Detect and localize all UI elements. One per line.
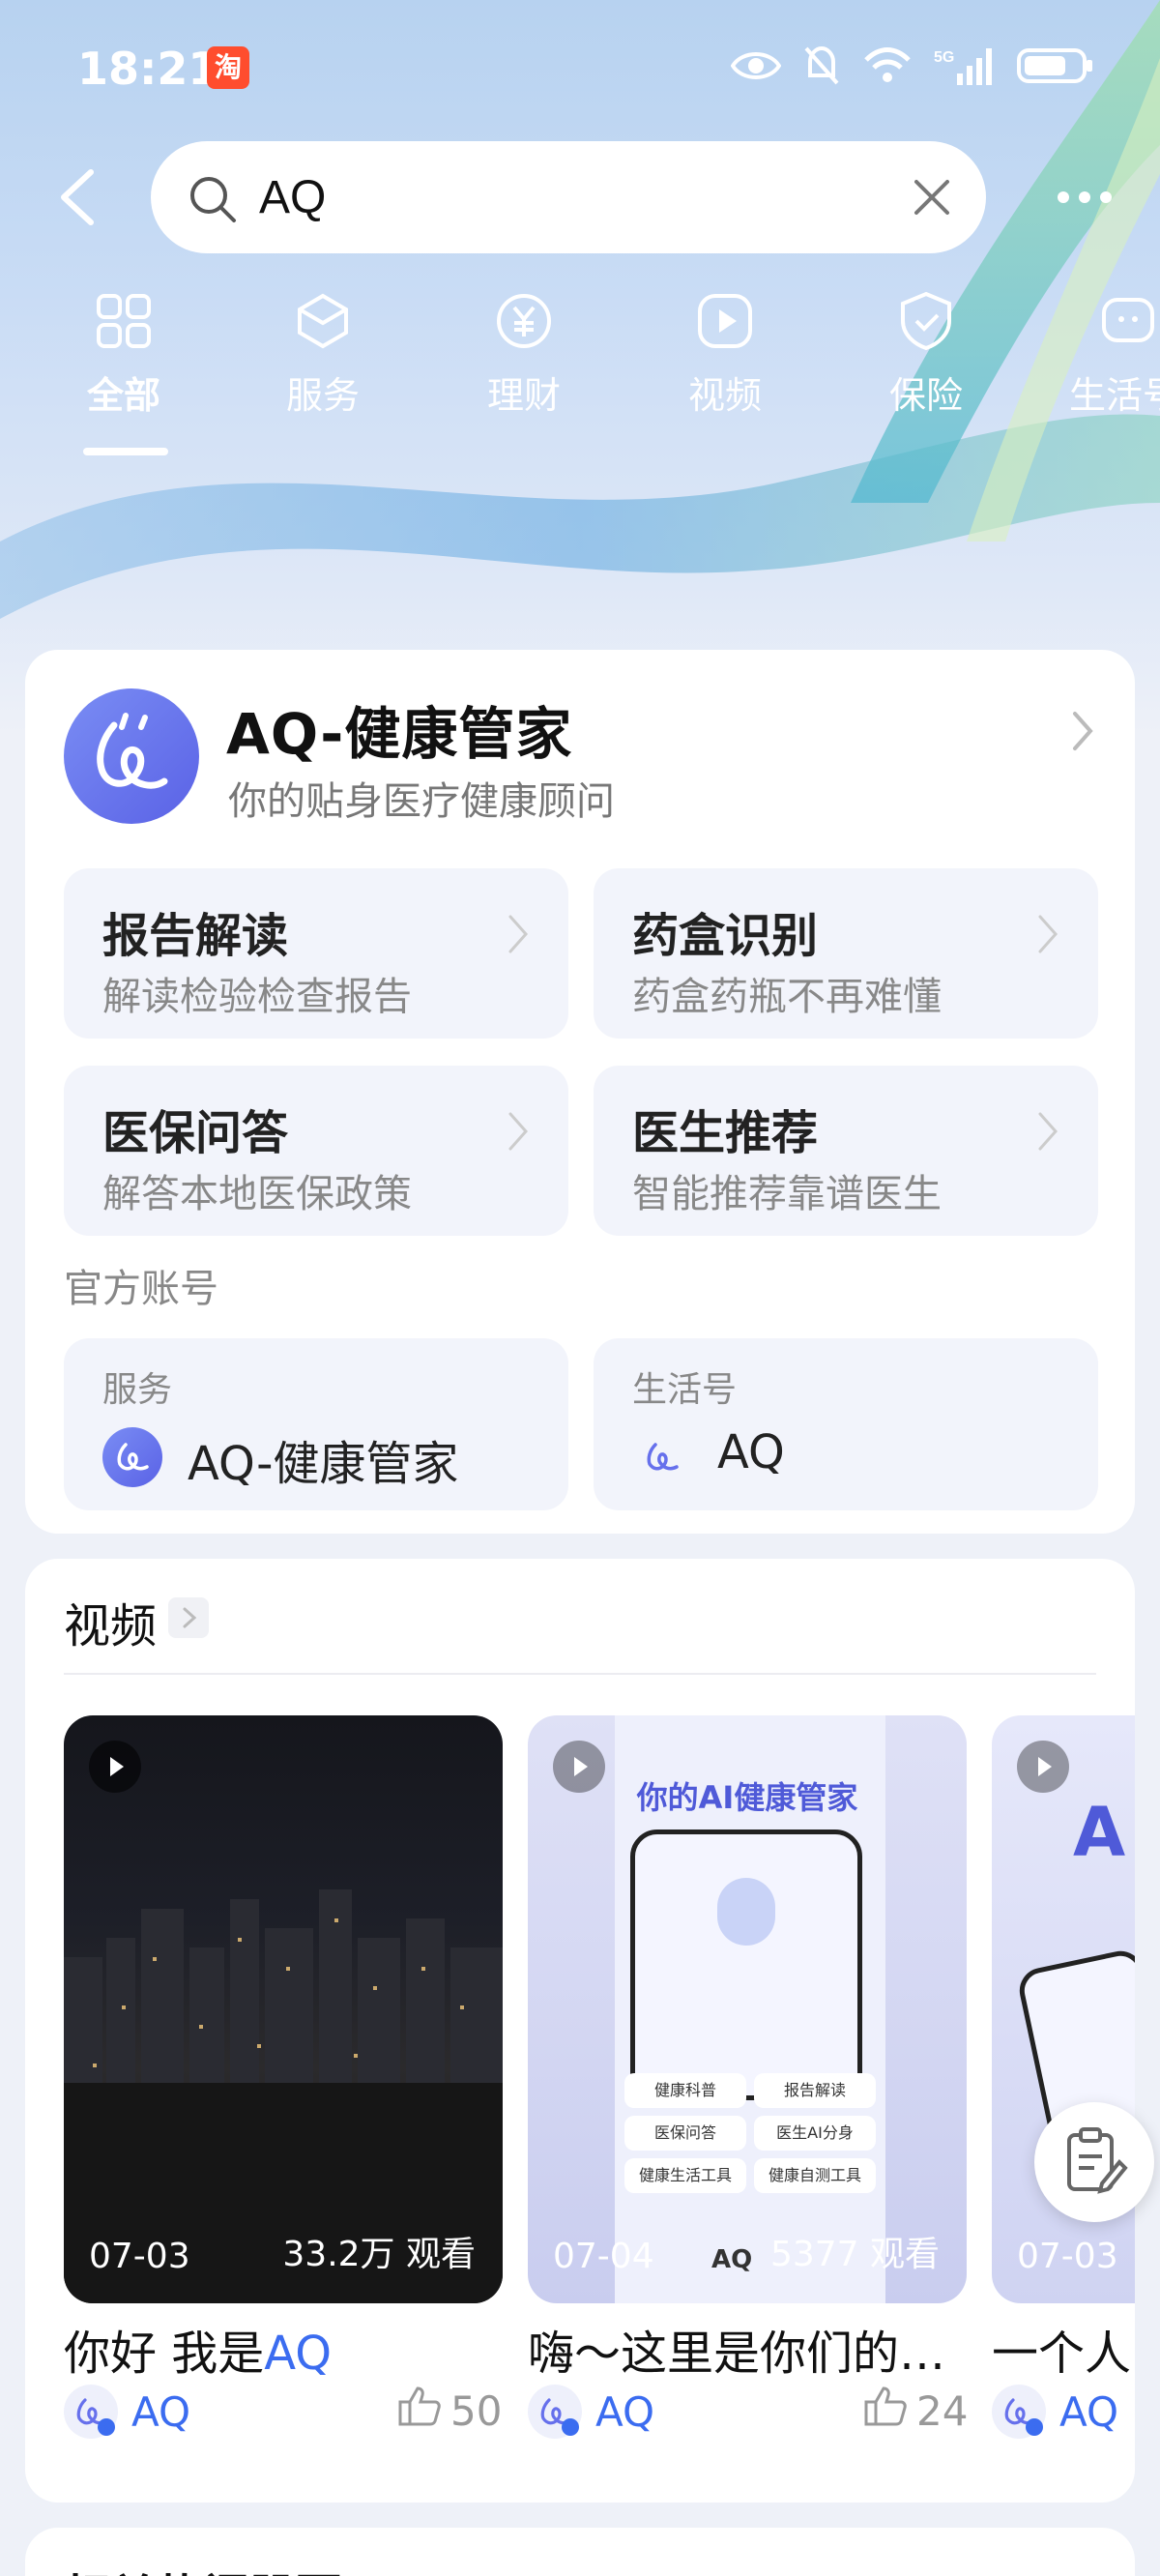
eye-icon bbox=[730, 48, 782, 87]
account-service[interactable]: 服务 AQ-健康管家 bbox=[64, 1338, 568, 1510]
tab-finance[interactable]: 理财 bbox=[447, 290, 601, 419]
tab-label: 服务 bbox=[285, 374, 360, 417]
author-avatar bbox=[992, 2385, 1046, 2439]
chevron-right-icon[interactable] bbox=[1071, 710, 1094, 752]
play-icon bbox=[694, 290, 756, 352]
status-time: 18:21 bbox=[77, 43, 219, 95]
account-name: AQ-健康管家 bbox=[188, 1437, 459, 1491]
shield-icon bbox=[895, 290, 957, 352]
feature-report-reading[interactable]: 报告解读 解读检验检查报告 bbox=[64, 868, 568, 1039]
thumbs-up-icon bbox=[396, 2383, 443, 2439]
more-options-button[interactable] bbox=[1054, 178, 1116, 217]
chat-icon bbox=[1098, 290, 1160, 352]
tab-label: 全部 bbox=[86, 374, 160, 417]
tab-label: 生活号 bbox=[1069, 374, 1160, 417]
video-thumbnail[interactable]: 07-03 33.2万 观看 bbox=[64, 1715, 503, 2303]
yuan-icon bbox=[493, 290, 555, 352]
app-title[interactable]: AQ-健康管家 bbox=[226, 688, 572, 770]
account-life[interactable]: 生活号 AQ bbox=[594, 1338, 1098, 1510]
app-logo-small bbox=[102, 1427, 162, 1487]
chevron-right-icon[interactable] bbox=[168, 1597, 209, 1638]
chevron-right-icon bbox=[507, 1110, 530, 1153]
chevron-right-icon bbox=[1036, 1110, 1059, 1153]
app-logo-small bbox=[632, 1427, 692, 1487]
video-section-card: 视频 07-03 33.2万 观看 你好 我是AQ AQ 50 你的AI健康管家… bbox=[25, 1559, 1135, 2503]
svg-text:5G: 5G bbox=[934, 49, 954, 66]
tab-all[interactable]: 全部 bbox=[46, 290, 201, 419]
feature-pill-box-recognition[interactable]: 药盒识别 药盒药瓶不再难懂 bbox=[594, 868, 1098, 1039]
taobao-notification-icon: 淘 bbox=[207, 46, 249, 89]
search-bar[interactable] bbox=[151, 141, 986, 253]
account-name: AQ bbox=[717, 1425, 785, 1479]
section-title[interactable]: 视频 bbox=[64, 1588, 157, 1655]
play-icon bbox=[1017, 1741, 1069, 1793]
play-icon bbox=[89, 1741, 141, 1793]
battery-icon bbox=[1017, 46, 1094, 89]
feature-title: 报告解读 bbox=[102, 909, 289, 963]
thumbs-up-icon bbox=[862, 2383, 909, 2439]
app-result-card: AQ-健康管家 你的贴身医疗健康顾问 报告解读 解读检验检查报告 药盒识别 药盒… bbox=[25, 650, 1135, 1534]
video-author[interactable]: AQ bbox=[528, 2381, 654, 2443]
cube-icon bbox=[292, 290, 354, 352]
like-button[interactable]: 50 bbox=[396, 2383, 502, 2439]
like-button[interactable]: 24 bbox=[862, 2383, 968, 2439]
author-avatar bbox=[64, 2385, 118, 2439]
video-thumbnail[interactable]: 你的AI健康管家 健康科普 报告解读 医保问答 医生AI分身 健康生活工具 健康… bbox=[528, 1715, 967, 2303]
account-type: 服务 bbox=[102, 1370, 173, 1410]
feature-doctor-recommendation[interactable]: 医生推荐 智能推荐靠谱医生 bbox=[594, 1066, 1098, 1236]
poster-brand: AQ bbox=[711, 2245, 753, 2274]
tab-insurance[interactable]: 保险 bbox=[849, 290, 1003, 419]
search-icon bbox=[188, 174, 238, 224]
feature-title: 医保问答 bbox=[102, 1106, 289, 1160]
app-logo[interactable] bbox=[64, 688, 199, 824]
feature-subtitle: 智能推荐靠谱医生 bbox=[632, 1172, 942, 1216]
category-tabs: 全部 服务 理财 视频 保险 生活号 bbox=[0, 290, 1160, 464]
signal-icon: 5G bbox=[934, 44, 996, 91]
chevron-right-icon bbox=[1036, 913, 1059, 955]
tab-label: 理财 bbox=[486, 374, 561, 417]
account-type: 生活号 bbox=[632, 1370, 738, 1410]
video-views: 33.2万 观看 bbox=[282, 2235, 476, 2274]
feature-subtitle: 解答本地医保政策 bbox=[102, 1172, 412, 1216]
section-title[interactable]: 相关热门股票 bbox=[64, 2559, 342, 2576]
like-count: 24 bbox=[916, 2386, 969, 2435]
tab-life-account[interactable]: 生活号 bbox=[1050, 290, 1160, 419]
tab-video[interactable]: 视频 bbox=[648, 290, 802, 419]
video-author[interactable]: AQ bbox=[992, 2381, 1135, 2443]
video-caption[interactable]: 你好 我是AQ bbox=[64, 2315, 503, 2383]
tab-services[interactable]: 服务 bbox=[246, 290, 400, 419]
chevron-right-icon bbox=[507, 913, 530, 955]
video-date: 07-04 bbox=[553, 2237, 654, 2276]
active-tab-indicator bbox=[83, 448, 168, 455]
feature-insurance-qa[interactable]: 医保问答 解答本地医保政策 bbox=[64, 1066, 568, 1236]
divider bbox=[64, 1673, 1096, 1675]
author-avatar bbox=[528, 2385, 582, 2439]
video-caption[interactable]: 嗨～这里是你们的… bbox=[528, 2315, 967, 2383]
wifi-icon bbox=[862, 46, 913, 89]
mute-icon bbox=[802, 44, 841, 91]
grid-icon bbox=[93, 290, 155, 352]
video-caption[interactable]: 一个人 bbox=[992, 2315, 1135, 2383]
feature-subtitle: 解读检验检查报告 bbox=[102, 975, 412, 1019]
video-date: 07-03 bbox=[89, 2237, 190, 2276]
app-subtitle: 你的贴身医疗健康顾问 bbox=[228, 779, 615, 824]
feature-title: 医生推荐 bbox=[632, 1106, 819, 1160]
tab-label: 视频 bbox=[687, 374, 762, 417]
play-icon bbox=[553, 1741, 605, 1793]
search-input[interactable] bbox=[259, 166, 878, 228]
video-date: 07-03 bbox=[1017, 2237, 1118, 2276]
related-stocks-card: 相关热门股票 bbox=[25, 2528, 1135, 2576]
status-bar: 18:21 淘 5G bbox=[0, 0, 1160, 145]
official-accounts-label: 官方账号 bbox=[64, 1267, 218, 1311]
like-count: 50 bbox=[450, 2386, 503, 2435]
video-views: 5377 观看 bbox=[769, 2235, 940, 2274]
notes-float-button[interactable] bbox=[1034, 2102, 1154, 2222]
feature-title: 药盒识别 bbox=[632, 909, 819, 963]
tab-label: 保险 bbox=[888, 374, 963, 417]
video-author[interactable]: AQ bbox=[64, 2381, 190, 2443]
back-button[interactable] bbox=[52, 166, 106, 228]
feature-subtitle: 药盒药瓶不再难懂 bbox=[632, 975, 942, 1019]
clear-search-button[interactable] bbox=[911, 176, 953, 219]
